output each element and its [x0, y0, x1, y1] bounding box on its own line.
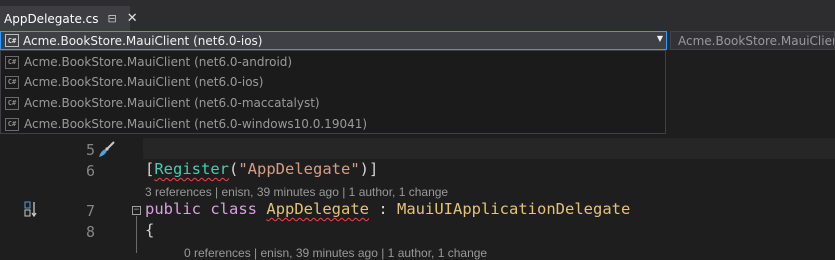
- chevron-down-icon[interactable]: ▼: [657, 34, 663, 43]
- type-selector[interactable]: Acme.BookStore.MauiClient: [670, 31, 835, 50]
- project-selected-label: Acme.BookStore.MauiClient (net6.0-ios): [23, 33, 263, 48]
- csharp-project-icon: C#: [5, 117, 19, 131]
- line-number: 7: [85, 202, 95, 220]
- project-dropdown-list: C# Acme.BookStore.MauiClient (net6.0-and…: [0, 50, 666, 134]
- line-number: 6: [85, 162, 95, 180]
- string-token: "AppDelegate": [238, 160, 360, 178]
- navigation-bar: C# Acme.BookStore.MauiClient (net6.0-ios…: [0, 31, 835, 50]
- code-line-register-attribute[interactable]: [Register("AppDelegate")]: [145, 160, 378, 178]
- tab-title: AppDelegate.cs: [4, 11, 99, 26]
- csharp-project-icon: C#: [5, 55, 19, 69]
- base-type-token: MauiUIApplicationDelegate: [397, 200, 631, 218]
- dropdown-option-label: Acme.BookStore.MauiClient (net6.0-ios): [24, 75, 264, 89]
- document-tab-strip: AppDelegate.cs ⊟ ✕: [0, 0, 835, 31]
- line-number: 5: [85, 141, 95, 159]
- codelens-class-info[interactable]: 3 references | enisn, 39 minutes ago | 1…: [145, 185, 448, 199]
- dropdown-option-ios[interactable]: C# Acme.BookStore.MauiClient (net6.0-ios…: [2, 72, 664, 92]
- line-number: 8: [85, 223, 95, 241]
- paren-token: (: [229, 160, 239, 178]
- tab-appdelegate[interactable]: AppDelegate.cs ⊟ ✕: [0, 6, 138, 31]
- keyword-class: class: [210, 200, 258, 218]
- class-name-token: AppDelegate: [266, 200, 370, 218]
- dropdown-option-maccatalyst[interactable]: C# Acme.BookStore.MauiClient (net6.0-mac…: [2, 93, 664, 113]
- type-selected-label: Acme.BookStore.MauiClient: [678, 33, 835, 48]
- bracket-token: [: [145, 160, 155, 178]
- quick-actions-brush-icon[interactable]: [95, 139, 117, 161]
- sort-icon[interactable]: [24, 201, 38, 217]
- codelens-member-info[interactable]: 0 references | enisn, 39 minutes ago | 1…: [184, 246, 487, 260]
- csharp-project-icon: C#: [5, 34, 19, 47]
- code-line-class-declaration[interactable]: public class AppDelegate : MauiUIApplica…: [145, 200, 630, 218]
- attribute-token: Register: [154, 160, 229, 178]
- colon-token: :: [369, 200, 398, 218]
- current-line-highlight: [143, 138, 835, 159]
- keyword-public: public: [145, 200, 201, 218]
- dropdown-option-label: Acme.BookStore.MauiClient (net6.0-maccat…: [24, 96, 320, 110]
- collapse-toggle[interactable]: −: [132, 206, 141, 215]
- pin-icon[interactable]: ⊟: [108, 12, 117, 25]
- dropdown-option-android[interactable]: C# Acme.BookStore.MauiClient (net6.0-and…: [2, 52, 664, 72]
- project-selector[interactable]: C# Acme.BookStore.MauiClient (net6.0-ios…: [0, 31, 667, 50]
- close-icon[interactable]: ✕: [127, 11, 138, 26]
- dropdown-option-label: Acme.BookStore.MauiClient (net6.0-window…: [24, 117, 368, 131]
- close-token: )]: [359, 160, 379, 178]
- dropdown-option-windows[interactable]: C# Acme.BookStore.MauiClient (net6.0-win…: [2, 114, 664, 134]
- csharp-project-icon: C#: [5, 75, 19, 89]
- dropdown-option-label: Acme.BookStore.MauiClient (net6.0-androi…: [24, 55, 293, 69]
- csharp-project-icon: C#: [5, 96, 19, 110]
- outline-guide: [136, 216, 137, 253]
- code-line-open-brace[interactable]: {: [145, 221, 154, 239]
